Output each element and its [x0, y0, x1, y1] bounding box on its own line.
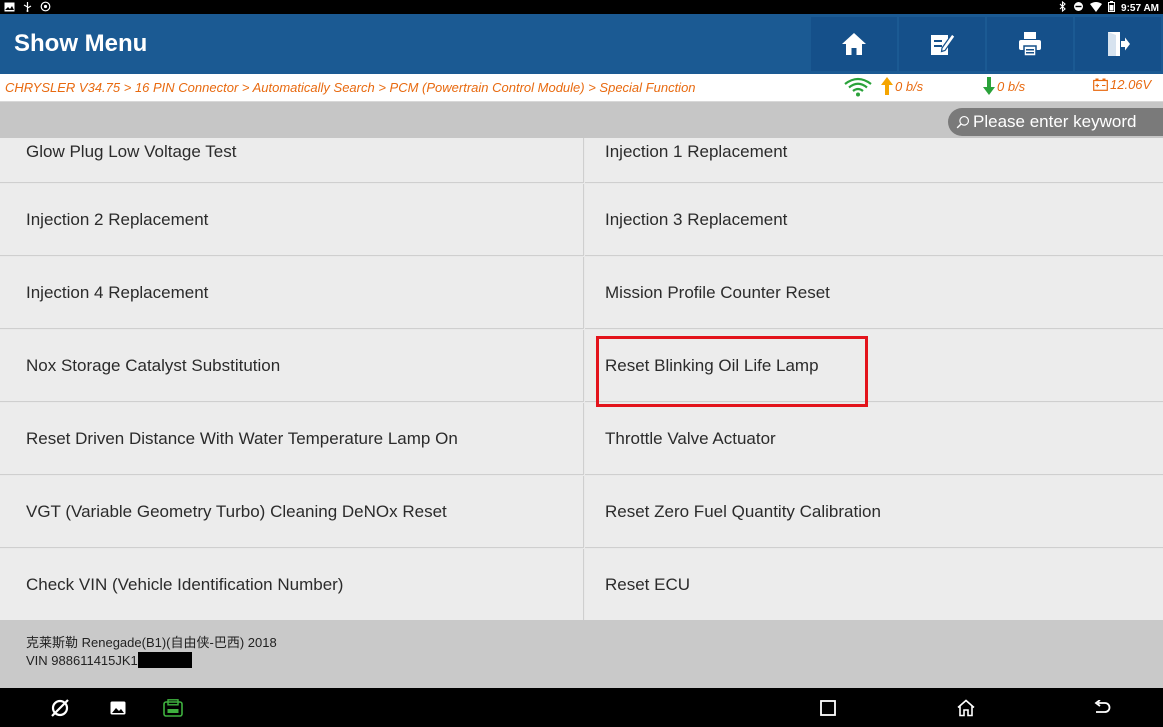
gallery-icon — [110, 701, 126, 714]
menu-item-label: Reset Driven Distance With Water Tempera… — [26, 428, 458, 448]
edit-icon — [931, 33, 955, 55]
breadcrumb-path: CHRYSLER V34.75 > 16 PIN Connector > Aut… — [5, 80, 696, 95]
menu-item[interactable]: Injection 3 Replacement — [585, 184, 1163, 256]
print-icon — [1019, 32, 1041, 57]
browser-icon — [51, 698, 69, 717]
back-icon — [1094, 699, 1111, 713]
print-button[interactable] — [987, 17, 1073, 71]
function-list: Glow Plug Low Voltage Test Injection 1 R… — [0, 138, 1163, 621]
menu-item-label: Reset ECU — [605, 574, 691, 594]
page-title: Show Menu — [14, 30, 148, 57]
menu-item-label: Nox Storage Catalyst Substitution — [26, 355, 281, 375]
search-input[interactable] — [973, 112, 1163, 132]
upload-rate-value: 0 b/s — [895, 78, 924, 94]
title-bar: Show Menu — [0, 14, 1163, 74]
menu-item[interactable]: Reset Driven Distance With Water Tempera… — [0, 403, 584, 475]
search-bar — [0, 102, 1163, 138]
back-button[interactable] — [1082, 688, 1122, 727]
upload-rate: 0 b/s — [881, 77, 923, 95]
battery-voltage: 12.06V — [1093, 77, 1151, 92]
menu-item-label: Reset Zero Fuel Quantity Calibration — [605, 501, 881, 521]
menu-item-label: Check VIN (Vehicle Identification Number… — [26, 574, 344, 594]
vehicle-vin-row: VIN 988611415JK1 — [26, 652, 1163, 670]
navigation-bar — [0, 688, 1163, 727]
menu-item-label: Injection 1 Replacement — [605, 142, 788, 161]
menu-item[interactable]: Mission Profile Counter Reset — [585, 257, 1163, 329]
download-arrow-icon — [983, 77, 995, 95]
clock: 9:57 AM — [1121, 2, 1159, 14]
home-icon — [842, 33, 866, 55]
vin-redaction — [137, 652, 192, 668]
menu-item[interactable]: Reset ECU — [585, 549, 1163, 621]
search-icon — [956, 115, 970, 129]
recents-icon — [820, 699, 836, 716]
menu-item[interactable]: Reset Zero Fuel Quantity Calibration — [585, 476, 1163, 548]
highlight-box — [596, 336, 868, 407]
home-icon — [957, 698, 975, 716]
browser-button[interactable] — [40, 688, 80, 727]
menu-item-label: Throttle Valve Actuator — [605, 428, 776, 448]
menu-item[interactable]: Injection 1 Replacement — [585, 138, 1163, 183]
upload-arrow-icon — [881, 77, 893, 95]
android-home-button[interactable] — [946, 688, 986, 727]
exit-button[interactable] — [1075, 17, 1161, 71]
status-bar: 9:57 AM — [0, 0, 1163, 14]
wifi-signal-icon — [843, 77, 873, 97]
gallery-button[interactable] — [98, 688, 138, 727]
vehicle-model: 克莱斯勒 Renegade(B1)(自由侠-巴西) 2018 — [26, 635, 277, 650]
menu-item[interactable]: Injection 4 Replacement — [0, 257, 584, 329]
exit-icon — [1108, 32, 1130, 56]
breadcrumb: CHRYSLER V34.75 > 16 PIN Connector > Aut… — [0, 74, 1163, 102]
vci-button[interactable] — [153, 688, 193, 727]
menu-item-label: Injection 3 Replacement — [605, 209, 788, 229]
menu-item-label: Mission Profile Counter Reset — [605, 282, 830, 302]
home-button[interactable] — [811, 17, 897, 71]
download-rate: 0 b/s — [983, 77, 1025, 95]
menu-item[interactable]: Check VIN (Vehicle Identification Number… — [0, 549, 584, 621]
recents-button[interactable] — [808, 688, 848, 727]
menu-item-label: Glow Plug Low Voltage Test — [26, 142, 237, 161]
car-battery-icon — [1093, 78, 1108, 91]
menu-item[interactable]: Throttle Valve Actuator — [585, 403, 1163, 475]
download-rate-value: 0 b/s — [997, 78, 1026, 94]
menu-item[interactable]: Nox Storage Catalyst Substitution — [0, 330, 584, 402]
edit-button[interactable] — [899, 17, 985, 71]
menu-item[interactable]: VGT (Variable Geometry Turbo) Cleaning D… — [0, 476, 584, 548]
app-window: 9:57 AM Show Menu CHRYSLER V34.75 > 16 P… — [0, 0, 1163, 727]
menu-item[interactable]: Injection 2 Replacement — [0, 184, 584, 256]
menu-item-label: Injection 2 Replacement — [26, 209, 209, 229]
menu-item[interactable]: Glow Plug Low Voltage Test — [0, 138, 584, 183]
vci-icon — [163, 698, 183, 717]
vehicle-vin: VIN 988611415JK1 — [26, 653, 138, 668]
battery-voltage-value: 12.06V — [1110, 77, 1152, 92]
menu-item-label: VGT (Variable Geometry Turbo) Cleaning D… — [26, 501, 447, 521]
menu-item-label: Injection 4 Replacement — [26, 282, 209, 302]
search-box[interactable] — [948, 108, 1163, 136]
vehicle-info: 克莱斯勒 Renegade(B1)(自由侠-巴西) 2018 VIN 98861… — [0, 620, 1163, 688]
